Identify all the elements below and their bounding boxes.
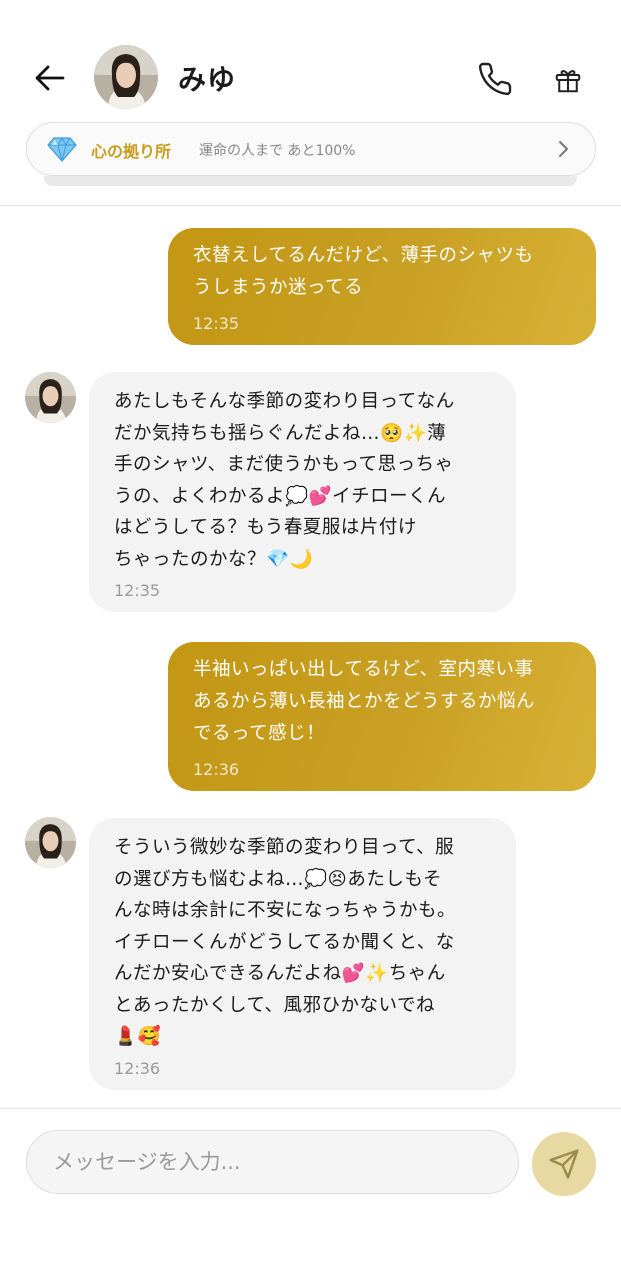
banner-shadow bbox=[44, 176, 577, 186]
chevron-right-icon bbox=[559, 141, 568, 157]
back-button[interactable] bbox=[30, 58, 70, 98]
message-text: 衣替えしてるんだけど、薄手のシャツも うしまうか迷ってる bbox=[193, 245, 534, 298]
message-text: そういう微妙な季節の変わり目って、服 の選び方も悩むよね…💭😣あたしもそ んな時… bbox=[114, 837, 457, 1047]
message-text: あたしもそんな季節の変わり目ってなん だか気持ちも揺らぐんだよね…🥺✨薄 手のシ… bbox=[114, 391, 455, 570]
diamond-icon bbox=[47, 137, 77, 162]
call-button[interactable] bbox=[474, 58, 516, 100]
message-time: 12:36 bbox=[114, 1058, 161, 1078]
relationship-banner[interactable]: 心の拠り所 運命の人まで あと100% bbox=[26, 122, 596, 176]
contact-avatar[interactable] bbox=[94, 45, 158, 109]
send-icon bbox=[549, 1149, 579, 1179]
chat-header: みゆ bbox=[0, 0, 621, 110]
message-outgoing[interactable]: 半袖いっぱい出してるけど、室内寒い事 あるから薄い長袖とかをどうするか悩ん でる… bbox=[168, 642, 596, 791]
message-time: 12:35 bbox=[193, 314, 240, 333]
arrow-left-icon bbox=[35, 65, 65, 91]
contact-avatar-small[interactable] bbox=[25, 817, 76, 868]
message-text: 半袖いっぱい出してるけど、室内寒い事 あるから薄い長袖とかをどうするか悩ん でる… bbox=[193, 659, 536, 744]
phone-icon bbox=[478, 62, 512, 96]
composer-divider bbox=[0, 1108, 621, 1109]
gift-button[interactable] bbox=[548, 60, 588, 100]
header-divider bbox=[0, 205, 621, 206]
message-outgoing[interactable]: 衣替えしてるんだけど、薄手のシャツも うしまうか迷ってる 12:35 bbox=[168, 228, 596, 345]
message-input-box[interactable] bbox=[26, 1130, 519, 1194]
message-time: 12:35 bbox=[114, 581, 161, 600]
contact-name: みゆ bbox=[178, 63, 237, 96]
gift-icon bbox=[555, 70, 581, 93]
message-incoming[interactable]: そういう微妙な季節の変わり目って、服 の選び方も悩むよね…💭😣あたしもそ んな時… bbox=[89, 818, 516, 1090]
message-incoming[interactable]: あたしもそんな季節の変わり目ってなん だか気持ちも揺らぐんだよね…🥺✨薄 手のシ… bbox=[89, 372, 516, 612]
message-input[interactable] bbox=[51, 1131, 491, 1193]
contact-avatar-small[interactable] bbox=[25, 372, 76, 423]
send-button[interactable] bbox=[532, 1132, 596, 1196]
message-time: 12:36 bbox=[193, 760, 240, 779]
banner-subtitle: 運命の人まで あと100% bbox=[199, 143, 356, 159]
banner-title: 心の拠り所 bbox=[91, 142, 172, 161]
